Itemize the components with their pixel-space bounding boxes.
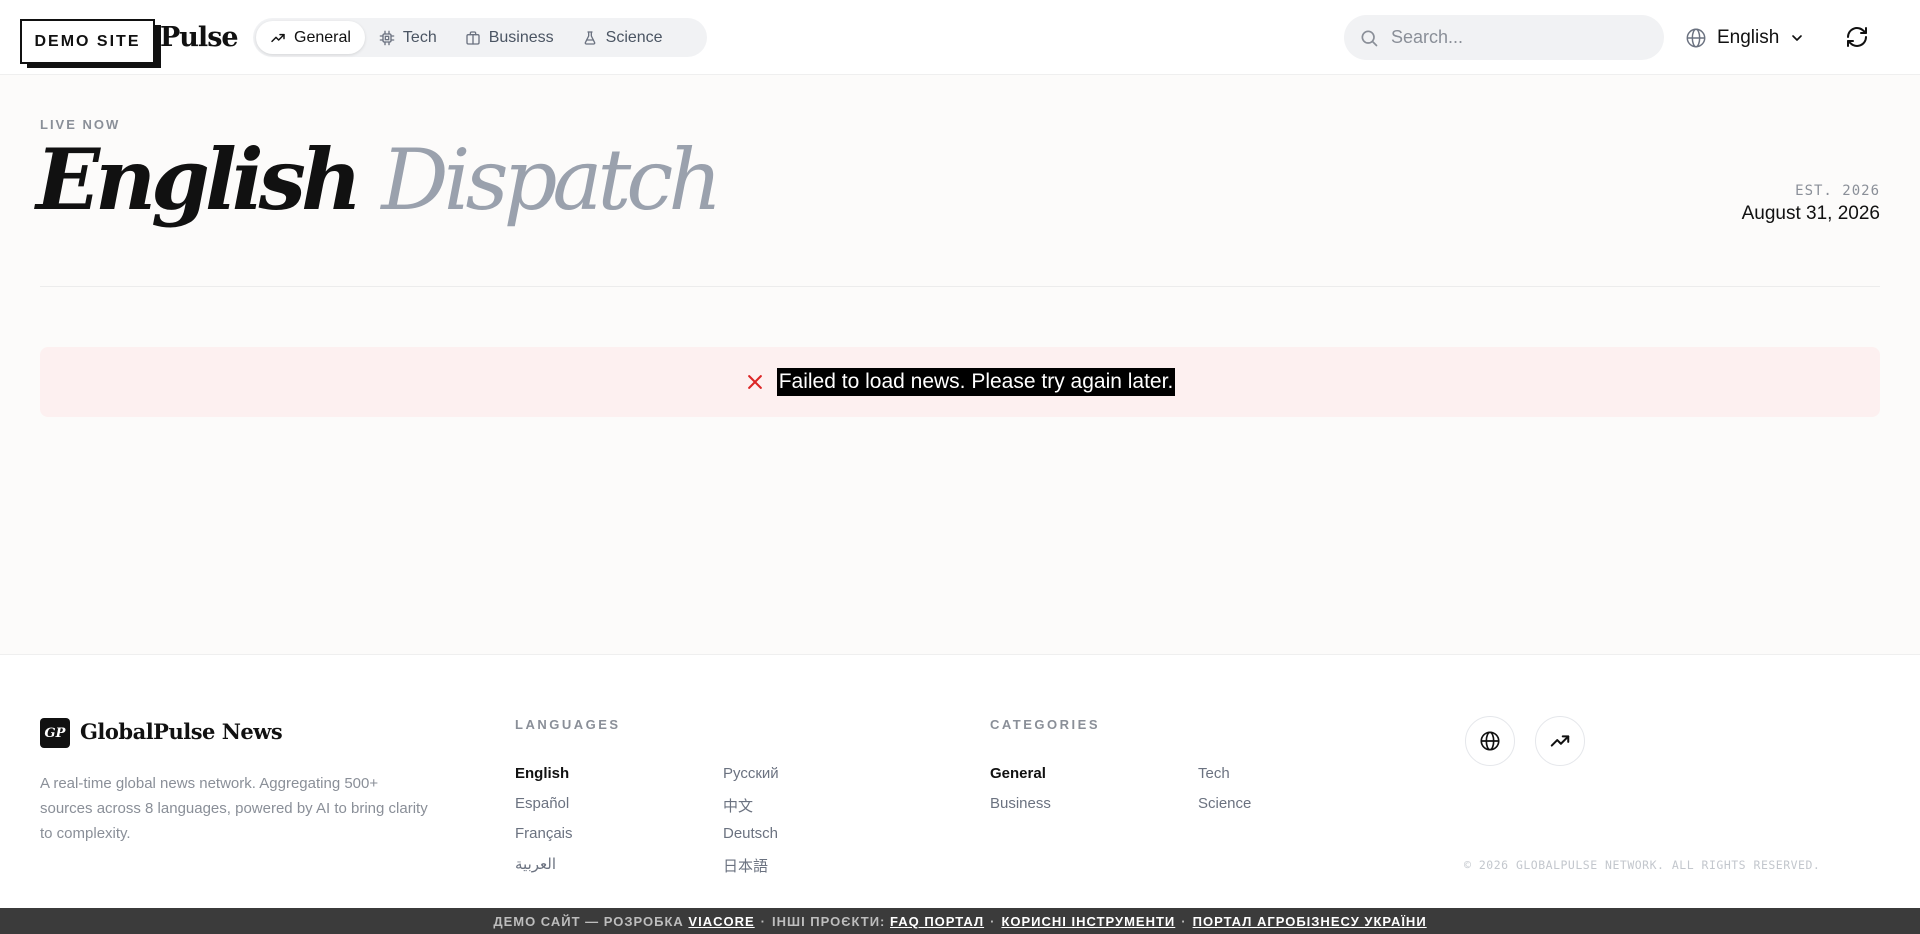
site-logo-text[interactable]: Pulse (160, 22, 239, 53)
categories-heading: CATEGORIES (990, 717, 1100, 732)
footer-category-science[interactable]: Science (1198, 795, 1251, 812)
language-selector-value: English (1717, 26, 1780, 48)
tab-general[interactable]: General (256, 21, 365, 54)
bottom-bar-other-label: ІНШІ ПРОЄКТИ: (772, 913, 886, 929)
footer-logo-mark: GP (40, 718, 70, 748)
current-date: August 31, 2026 (1741, 203, 1880, 224)
footer-lang-arabic[interactable]: العربية (515, 855, 556, 873)
page-title-word-1: English (36, 130, 362, 229)
footer-lang-english[interactable]: English (515, 765, 569, 782)
footer-lang-french[interactable]: Français (515, 825, 573, 842)
cpu-icon (379, 30, 395, 45)
languages-heading: LANGUAGES (515, 717, 621, 732)
footer-lang-japanese[interactable]: 日本語 (723, 855, 768, 876)
page-title-word-2: Dispatch (381, 131, 722, 229)
footer-globe-button[interactable] (1465, 716, 1515, 766)
tab-business-label: Business (488, 28, 554, 46)
footer-brand: GlobalPulse News (80, 719, 283, 744)
trending-up-icon (271, 33, 285, 42)
flask-icon (584, 30, 596, 45)
tab-general-label: General (294, 28, 351, 46)
category-nav: General Tech Business Science (253, 18, 707, 57)
refresh-icon (1847, 27, 1867, 47)
faq-portal-link[interactable]: FAQ ПОРТАЛ (890, 914, 984, 929)
chevron-down-icon (1792, 34, 1803, 41)
close-icon (747, 375, 762, 389)
refresh-button[interactable] (1842, 22, 1872, 52)
site-header: Pulse DEMO SITE General Tech Business Sc… (0, 0, 1920, 75)
page-title: English Dispatch (36, 130, 722, 229)
tab-tech[interactable]: Tech (365, 21, 451, 54)
footer-trending-button[interactable] (1535, 716, 1585, 766)
viacore-link[interactable]: VIACORE (688, 914, 754, 929)
search-input[interactable] (1391, 27, 1651, 48)
briefcase-icon (466, 30, 480, 45)
useful-tools-link[interactable]: КОРИСНІ ІНСТРУМЕНТИ (1001, 914, 1175, 929)
demo-site-badge: DEMO SITE (20, 19, 155, 64)
search-box (1344, 15, 1664, 60)
site-footer: GP GlobalPulse News A real-time global n… (0, 654, 1920, 908)
footer-lang-chinese[interactable]: 中文 (723, 795, 753, 816)
error-banner: Failed to load news. Please try again la… (40, 347, 1880, 417)
footer-lang-german[interactable]: Deutsch (723, 825, 778, 842)
hero-divider (40, 286, 1880, 287)
footer-category-business[interactable]: Business (990, 795, 1051, 812)
error-message: Failed to load news. Please try again la… (776, 368, 1176, 396)
established-label: EST. 2026 (1795, 183, 1880, 199)
copyright-text: © 2026 GLOBALPULSE NETWORK. ALL RIGHTS R… (1464, 858, 1821, 872)
tab-science[interactable]: Science (568, 21, 677, 54)
tab-science-label: Science (605, 28, 663, 46)
footer-category-tech[interactable]: Tech (1198, 765, 1230, 782)
search-icon (1361, 30, 1378, 46)
globe-icon (1686, 28, 1706, 47)
tab-tech-label: Tech (402, 28, 437, 46)
agrobusiness-portal-link[interactable]: ПОРТАЛ АГРОБІЗНЕСУ УКРАЇНИ (1193, 914, 1427, 929)
globe-icon (1480, 731, 1500, 751)
bottom-bar-prefix: ДЕМО САЙТ — РОЗРОБКА (493, 913, 684, 929)
footer-lang-russian[interactable]: Русский (723, 765, 779, 782)
footer-lang-spanish[interactable]: Español (515, 795, 569, 812)
tab-business[interactable]: Business (451, 21, 568, 54)
footer-description: A real-time global news network. Aggrega… (40, 775, 428, 842)
demo-info-bar: ДЕМО САЙТ — РОЗРОБКА VIACORE · ІНШІ ПРОЄ… (0, 908, 1920, 934)
language-selector[interactable]: English (1685, 22, 1805, 53)
trending-up-icon (1550, 735, 1570, 747)
footer-category-general[interactable]: General (990, 765, 1046, 782)
